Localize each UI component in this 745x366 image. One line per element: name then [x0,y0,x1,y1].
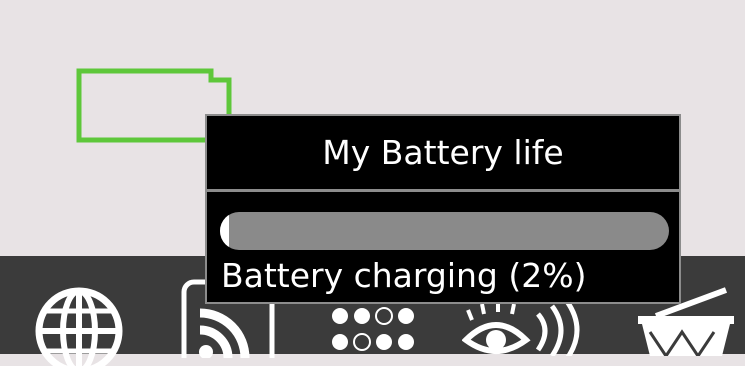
battery-popup: My Battery life Battery charging (2%) [205,114,681,304]
battery-progress-fill [220,212,229,250]
dots-grid-icon[interactable] [330,304,430,354]
battery-status-text: Battery charging (2%) [221,256,587,295]
battery-progress-bar [220,212,669,250]
popup-title: My Battery life [207,116,679,192]
eye-broadcast-icon[interactable] [462,300,592,356]
globe-icon[interactable] [34,286,124,366]
